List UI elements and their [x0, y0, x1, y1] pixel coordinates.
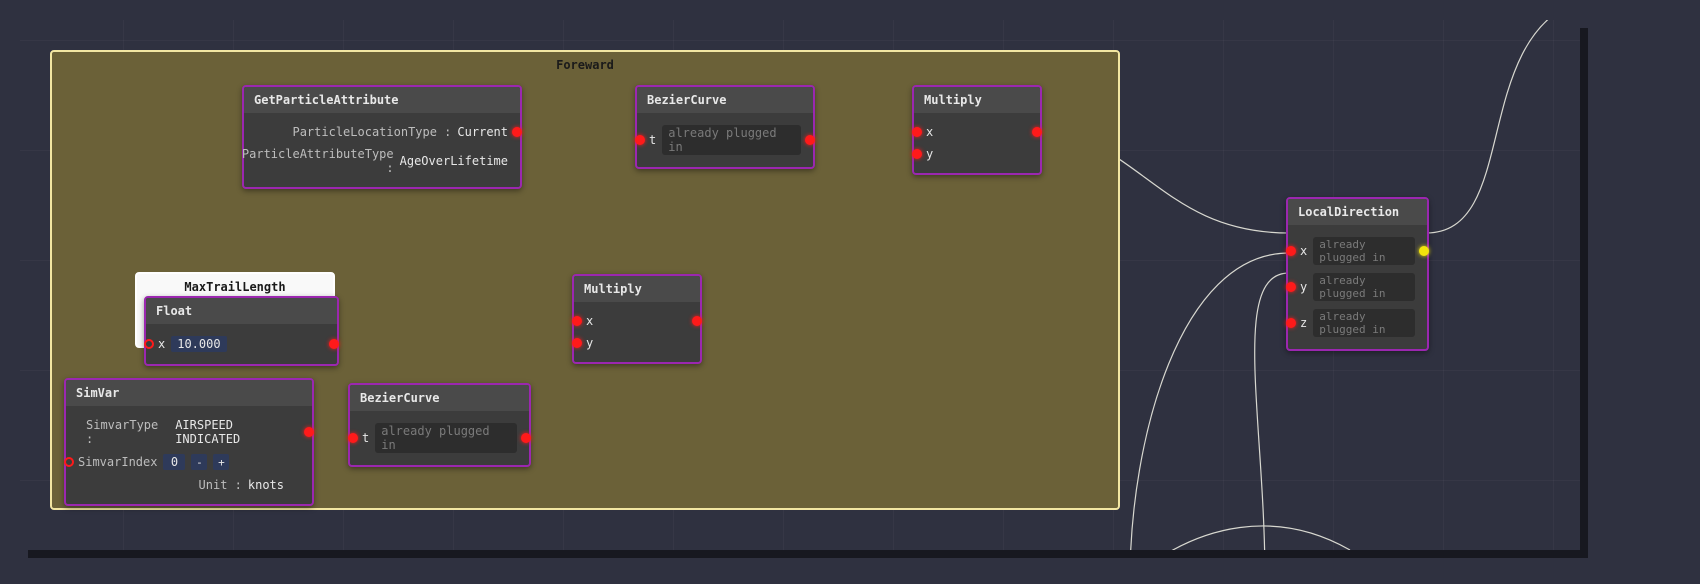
output-port[interactable] [1032, 127, 1042, 137]
input-port-x[interactable] [1286, 246, 1296, 256]
plugged-indicator: already plugged in [375, 423, 517, 453]
row-value: Current [457, 125, 508, 139]
row-value: AgeOverLifetime [400, 154, 508, 168]
output-port-x[interactable] [1419, 246, 1429, 256]
node-header: GetParticleAttribute [244, 87, 520, 113]
plugged-indicator: already plugged in [1313, 237, 1415, 265]
output-port[interactable] [692, 316, 702, 326]
plugged-indicator: already plugged in [662, 125, 801, 155]
port-label: x [926, 125, 933, 139]
input-x-row: x [578, 310, 696, 332]
node-bezier-curve-1[interactable]: BezierCurve t already plugged in [635, 85, 815, 169]
port-label: x [158, 337, 165, 351]
simvar-index-row: SimvarIndex 0 - + [70, 450, 308, 474]
float-value-row: x 10.000 [150, 332, 333, 356]
input-port-index[interactable] [64, 457, 74, 467]
attr-row-location: ParticleLocationType : Current [248, 121, 516, 143]
port-label: t [362, 431, 369, 445]
input-t-row: t already plugged in [354, 419, 525, 457]
output-port[interactable] [805, 135, 815, 145]
input-port-x[interactable] [912, 127, 922, 137]
node-header: LocalDirection [1288, 199, 1427, 225]
input-port-y[interactable] [1286, 282, 1296, 292]
output-port[interactable] [521, 433, 531, 443]
plugged-indicator: already plugged in [1313, 273, 1415, 301]
float-value-input[interactable]: 10.000 [171, 336, 226, 352]
node-bezier-curve-2[interactable]: BezierCurve t already plugged in [348, 383, 531, 467]
row-label: ParticleLocationType : [292, 125, 451, 139]
group-title: MaxTrailLength [137, 280, 333, 294]
input-port-x[interactable] [572, 316, 582, 326]
port-label: y [586, 336, 593, 350]
output-port[interactable] [304, 427, 314, 437]
port-label: x [1300, 244, 1307, 258]
node-header: Multiply [574, 276, 700, 302]
port-label: x [586, 314, 593, 328]
port-label: t [649, 133, 656, 147]
input-t-row: t already plugged in [641, 121, 809, 159]
node-header: Multiply [914, 87, 1040, 113]
node-float[interactable]: Float x 10.000 [144, 296, 339, 366]
plugged-indicator: already plugged in [1313, 309, 1415, 337]
simvar-index-input[interactable]: 0 [163, 454, 185, 470]
node-header: Float [146, 298, 337, 324]
input-port-x[interactable] [144, 339, 154, 349]
node-local-direction[interactable]: LocalDirection x already plugged in y al… [1286, 197, 1429, 351]
group-title: Foreward [52, 58, 1118, 72]
input-x-row: x already plugged in [1292, 233, 1423, 269]
node-header: SimVar [66, 380, 312, 406]
node-multiply-1[interactable]: Multiply x y [912, 85, 1042, 175]
attr-row-type: ParticleAttributeType : AgeOverLifetime [248, 143, 516, 179]
port-label: y [1300, 280, 1307, 294]
row-label: SimvarIndex [78, 455, 157, 469]
stepper-plus[interactable]: + [213, 454, 229, 470]
simvar-unit-row: Unit : knots [70, 474, 308, 496]
input-y-row: y [918, 143, 1036, 165]
row-label: SimvarType : [86, 418, 169, 446]
row-label: Unit : [199, 478, 242, 492]
simvar-type-row: SimvarType : AIRSPEED INDICATED [70, 414, 308, 450]
stepper-minus[interactable]: - [191, 454, 207, 470]
node-get-particle-attribute[interactable]: GetParticleAttribute ParticleLocationTyp… [242, 85, 522, 189]
input-y-row: y [578, 332, 696, 354]
port-label: z [1300, 316, 1307, 330]
output-port[interactable] [329, 339, 339, 349]
node-header: BezierCurve [637, 87, 813, 113]
node-header: BezierCurve [350, 385, 529, 411]
output-port[interactable] [512, 127, 522, 137]
input-x-row: x [918, 121, 1036, 143]
node-multiply-2[interactable]: Multiply x y [572, 274, 702, 364]
input-y-row: y already plugged in [1292, 269, 1423, 305]
row-value: AIRSPEED INDICATED [175, 418, 300, 446]
row-label: ParticleAttributeType : [242, 147, 394, 175]
input-port-z[interactable] [1286, 318, 1296, 328]
port-label: y [926, 147, 933, 161]
input-port-t[interactable] [348, 433, 358, 443]
input-z-row: z already plugged in [1292, 305, 1423, 341]
row-value: knots [248, 478, 284, 492]
node-simvar[interactable]: SimVar SimvarType : AIRSPEED INDICATED S… [64, 378, 314, 506]
node-graph-canvas[interactable]: Foreward GetParticleAttribute ParticleLo… [20, 20, 1580, 550]
input-port-y[interactable] [572, 338, 582, 348]
input-port-t[interactable] [635, 135, 645, 145]
input-port-y[interactable] [912, 149, 922, 159]
